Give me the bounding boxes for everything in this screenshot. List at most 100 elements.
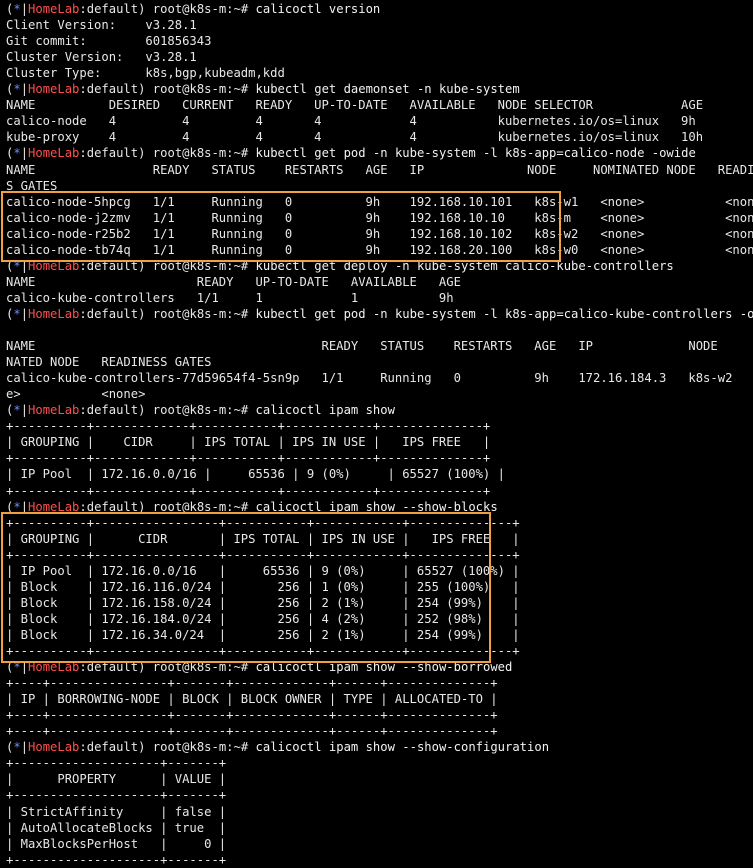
output-line: Client Version: v3.28.1: [6, 18, 197, 33]
prompt-namespace: default: [86, 146, 139, 161]
output-line: calico-node-j2zmv 1/1 Running 0 9h 192.1…: [6, 210, 753, 225]
prompt-line: (*|HomeLab:default) root@k8s-m:~# calico…: [6, 402, 395, 418]
prompt-separator: |: [20, 82, 29, 97]
prompt-context: HomeLab: [28, 146, 80, 161]
output-line: +----------+-----------------+----------…: [6, 547, 520, 562]
prompt-namespace: default: [86, 258, 139, 273]
prompt-colon: :: [79, 258, 87, 273]
prompt-separator: |: [20, 306, 29, 321]
prompt-namespace: default: [86, 740, 139, 755]
terminal-output[interactable]: (*|HomeLab:default) root@k8s-m:~# calico…: [0, 0, 753, 867]
prompt-context: HomeLab: [28, 403, 80, 418]
output-line: kube-proxy 4 4 4 4 4 kubernetes.io/os=li…: [6, 130, 704, 145]
prompt-star: *: [13, 306, 21, 321]
prompt-separator: |: [20, 403, 29, 418]
prompt-star: *: [13, 499, 21, 514]
output-line: | IP | BORROWING-NODE | BLOCK | BLOCK OW…: [6, 692, 498, 707]
command-text: calicoctl ipam show: [255, 403, 395, 418]
prompt-line: (*|HomeLab:default) root@k8s-m:~# calico…: [6, 739, 549, 755]
prompt-star: *: [13, 740, 21, 755]
prompt-colon: :: [79, 499, 87, 514]
output-line: +--------------------+-------+: [6, 788, 227, 803]
prompt-colon: :: [79, 306, 87, 321]
output-line: +----+----------------+-------+---------…: [6, 676, 498, 691]
output-line: | GROUPING | CIDR | IPS TOTAL | IPS IN U…: [6, 435, 491, 450]
prompt-separator: |: [20, 258, 29, 273]
output-line: Cluster Version: v3.28.1: [6, 50, 197, 65]
command-text: calicoctl ipam show --show-blocks: [255, 499, 498, 514]
prompt-namespace: default: [86, 403, 139, 418]
output-line: +----------+-------------+-----------+--…: [6, 483, 491, 498]
output-line: | StrictAffinity | false |: [6, 804, 227, 819]
prompt-context: HomeLab: [28, 306, 80, 321]
prompt-line: (*|HomeLab:default) root@k8s-m:~# calico…: [6, 499, 498, 515]
prompt-namespace: default: [86, 660, 139, 675]
prompt-user-path: root@k8s-m:~#: [145, 258, 256, 273]
prompt-user-path: root@k8s-m:~#: [145, 660, 256, 675]
prompt-line: (*|HomeLab:default) root@k8s-m:~# kubect…: [6, 306, 753, 322]
output-line: +----------+-------------+-----------+--…: [6, 419, 491, 434]
prompt-star: *: [13, 258, 21, 273]
output-line: Cluster Type: k8s,bgp,kubeadm,kdd: [6, 66, 285, 81]
prompt-user-path: root@k8s-m:~#: [145, 2, 256, 16]
prompt-context: HomeLab: [28, 740, 80, 755]
prompt-line: (*|HomeLab:default) root@k8s-m:~# calico…: [6, 1, 380, 17]
command-text: kubectl get daemonset -n kube-system: [255, 82, 520, 97]
prompt-separator: |: [20, 740, 29, 755]
output-line: e> <none>: [6, 387, 146, 402]
command-text: calicoctl ipam show --show-configuration: [255, 740, 550, 755]
output-line: | PROPERTY | VALUE |: [6, 772, 227, 787]
output-line: calico-node-tb74q 1/1 Running 0 9h 192.1…: [6, 242, 753, 257]
output-line: NAME READY UP-TO-DATE AVAILABLE AGE: [6, 274, 461, 289]
prompt-line: (*|HomeLab:default) root@k8s-m:~# kubect…: [6, 258, 674, 274]
prompt-user-path: root@k8s-m:~#: [145, 82, 256, 97]
prompt-namespace: default: [86, 499, 139, 514]
prompt-star: *: [13, 2, 21, 16]
command-text: kubectl get pod -n kube-system -l k8s-ap…: [255, 306, 753, 321]
output-line: +--------------------+-------+: [6, 756, 227, 771]
output-line: NATED NODE READINESS GATES: [6, 355, 212, 370]
output-line: | Block | 172.16.116.0/24 | 256 | 1 (0%)…: [6, 579, 520, 594]
output-line: +----------+-------------+-----------+--…: [6, 451, 491, 466]
prompt-star: *: [13, 660, 21, 675]
output-line: Git commit: 601856343: [6, 34, 212, 49]
output-line: | Block | 172.16.184.0/24 | 256 | 4 (2%)…: [6, 611, 520, 626]
prompt-star: *: [13, 146, 21, 161]
prompt-context: HomeLab: [28, 660, 80, 675]
output-line: +----------+-----------------+----------…: [6, 644, 520, 658]
prompt-user-path: root@k8s-m:~#: [145, 740, 256, 755]
prompt-namespace: default: [86, 306, 139, 321]
output-line: +----+----------------+-------+---------…: [6, 724, 498, 739]
prompt-colon: :: [79, 82, 87, 97]
prompt-line: (*|HomeLab:default) root@k8s-m:~# calico…: [6, 659, 512, 675]
prompt-colon: :: [79, 660, 87, 675]
prompt-colon: :: [79, 740, 87, 755]
prompt-user-path: root@k8s-m:~#: [145, 499, 256, 514]
output-line: | IP Pool | 172.16.0.0/16 | 65536 | 9 (0…: [6, 563, 520, 578]
output-line: | MaxBlocksPerHost | 0 |: [6, 836, 227, 851]
prompt-namespace: default: [86, 2, 139, 16]
output-line: | Block | 172.16.158.0/24 | 256 | 2 (1%)…: [6, 595, 520, 610]
output-line: | AutoAllocateBlocks | true |: [6, 820, 227, 835]
output-line: calico-node-r25b2 1/1 Running 0 9h 192.1…: [6, 226, 753, 241]
prompt-separator: |: [20, 2, 29, 16]
prompt-context: HomeLab: [28, 82, 80, 97]
command-text: kubectl get deploy -n kube-system calico…: [255, 258, 674, 273]
prompt-context: HomeLab: [28, 2, 80, 16]
prompt-line: (*|HomeLab:default) root@k8s-m:~# kubect…: [6, 81, 520, 97]
output-line: NAME READY STATUS RESTARTS AGE IP NODE N…: [6, 339, 753, 354]
command-text: kubectl get pod -n kube-system -l k8s-ap…: [255, 146, 696, 161]
output-line: +----+----------------+-------+---------…: [6, 708, 498, 723]
command-text: calicoctl ipam show --show-borrowed: [255, 660, 513, 675]
prompt-context: HomeLab: [28, 258, 80, 273]
output-line: S GATES: [6, 178, 58, 193]
output-line: calico-node-5hpcg 1/1 Running 0 9h 192.1…: [6, 194, 753, 209]
prompt-colon: :: [79, 146, 87, 161]
output-line: | GROUPING | CIDR | IPS TOTAL | IPS IN U…: [6, 531, 520, 546]
prompt-star: *: [13, 82, 21, 97]
prompt-separator: |: [20, 660, 29, 675]
prompt-separator: |: [20, 146, 29, 161]
prompt-context: HomeLab: [28, 499, 80, 514]
output-line: | IP Pool | 172.16.0.0/16 | 65536 | 9 (0…: [6, 467, 505, 482]
prompt-colon: :: [79, 403, 87, 418]
